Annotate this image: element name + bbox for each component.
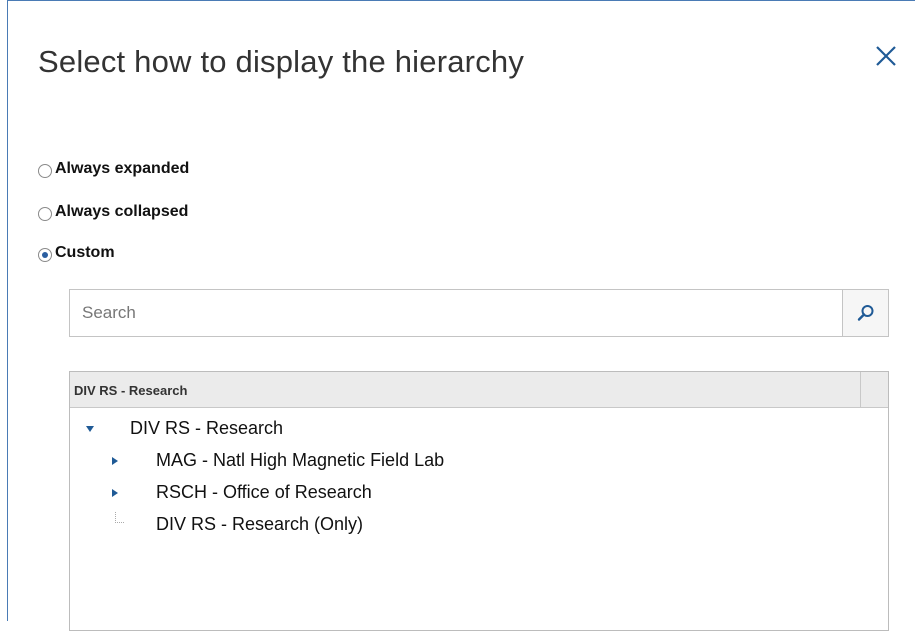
radio-always-expanded[interactable] — [38, 163, 52, 178]
column-divider — [860, 372, 861, 407]
expand-toggle[interactable] — [109, 486, 121, 498]
tree-node[interactable]: MAG - Natl High Magnetic Field Lab — [156, 448, 444, 472]
radio-always-collapsed[interactable] — [38, 206, 52, 221]
triangle-right-icon — [112, 489, 118, 497]
close-icon — [876, 46, 896, 66]
triangle-right-icon — [112, 457, 118, 465]
tree-header-label: DIV RS - Research — [74, 383, 188, 398]
tree-connector — [115, 512, 124, 523]
tree-header: DIV RS - Research — [70, 372, 888, 408]
dialog-title: Select how to display the hierarchy — [38, 44, 525, 79]
option-always-collapsed[interactable]: Always collapsed — [38, 201, 188, 223]
search-input[interactable] — [70, 290, 840, 336]
tree-node[interactable]: DIV RS - Research (Only) — [156, 512, 363, 536]
tree-node[interactable]: DIV RS - Research — [130, 416, 283, 440]
hierarchy-dialog: Select how to display the hierarchy Alwa… — [7, 0, 915, 631]
search-button[interactable] — [842, 290, 888, 336]
triangle-down-icon — [86, 426, 94, 432]
expand-toggle[interactable] — [109, 454, 121, 466]
radio-custom[interactable] — [38, 247, 52, 262]
option-label: Always collapsed — [55, 203, 189, 220]
option-label: Custom — [55, 244, 115, 261]
hierarchy-tree: DIV RS - Research DIV RS - Research MAG … — [69, 371, 889, 631]
search-box — [69, 289, 889, 337]
close-button[interactable] — [871, 41, 901, 71]
tree-node[interactable]: RSCH - Office of Research — [156, 480, 372, 504]
option-always-expanded[interactable]: Always expanded — [38, 158, 189, 180]
option-custom[interactable]: Custom — [38, 242, 115, 264]
search-icon — [857, 305, 874, 321]
expand-toggle[interactable] — [84, 422, 96, 434]
option-label: Always expanded — [55, 160, 190, 177]
